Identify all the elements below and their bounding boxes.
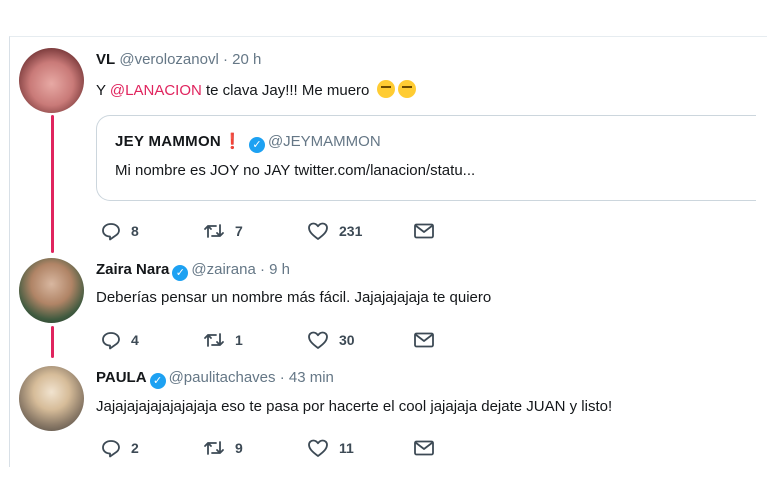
direct-message-icon (414, 440, 434, 456)
retweet-button[interactable]: 9 (203, 437, 243, 459)
direct-message-button[interactable] (413, 437, 435, 459)
direct-message-icon (414, 332, 434, 348)
retweet-count: 7 (235, 223, 243, 239)
avatar[interactable] (19, 366, 84, 431)
author-name[interactable]: PAULA (96, 369, 147, 386)
like-count: 11 (339, 440, 354, 456)
avatar[interactable] (19, 258, 84, 323)
timestamp[interactable]: · 43 min (280, 369, 334, 386)
quoted-author-name: JEY MAMMON (115, 133, 222, 150)
retweet-icon (204, 224, 224, 238)
retweet-icon (204, 441, 224, 455)
reply-icon (102, 223, 120, 241)
direct-message-button[interactable] (413, 329, 435, 351)
like-button[interactable]: 11 (307, 437, 354, 459)
tweet-header: VL @verolozanovl · 20 h (96, 51, 261, 68)
thread-connector (51, 115, 54, 253)
tweet-text: Jajajajajajajajajaja eso te pasa por hac… (96, 398, 613, 415)
like-count: 231 (339, 223, 363, 239)
retweet-button[interactable]: 1 (203, 329, 243, 351)
reply-button[interactable]: 2 (101, 437, 139, 459)
tweet-text: Deberías pensar un nombre más fácil. Jaj… (96, 289, 492, 306)
like-count: 30 (339, 332, 355, 348)
retweet-count: 1 (235, 332, 243, 348)
emoji-icon (376, 80, 395, 98)
reply-icon (102, 440, 120, 458)
verified-badge-icon: ✓ (149, 373, 166, 389)
timestamp[interactable]: · 9 h (260, 261, 290, 278)
quoted-tweet-text: Mi nombre es JOY no JAY twitter.com/lana… (115, 162, 476, 179)
quoted-tweet-header: JEY MAMMON ❗ ✓ @JEYMAMMON (115, 132, 381, 153)
retweet-button[interactable]: 7 (203, 220, 243, 242)
timestamp[interactable]: · 20 h (223, 51, 261, 68)
reply-button[interactable]: 8 (101, 220, 139, 242)
tweet-text: Y @LANACION te clava Jay!!! Me muero (96, 80, 416, 99)
like-icon (308, 331, 328, 349)
quoted-tweet[interactable]: JEY MAMMON ❗ ✓ @JEYMAMMON Mi nombre es JOY… (96, 115, 756, 201)
quoted-author-handle: @JEYMAMMON (267, 133, 381, 150)
mention-link[interactable]: @LANACION (110, 82, 202, 99)
author-handle[interactable]: @verolozanovl (119, 51, 218, 68)
retweet-count: 9 (235, 440, 243, 456)
reply-button[interactable]: 4 (101, 329, 139, 351)
avatar[interactable] (19, 48, 84, 113)
direct-message-icon (414, 223, 434, 239)
author-name[interactable]: Zaira Nara (96, 261, 169, 278)
exclamation-icon: ❗ (223, 133, 242, 150)
emoji-icon (397, 80, 416, 98)
verified-badge-icon: ✓ (248, 137, 265, 153)
verified-badge-icon: ✓ (172, 265, 189, 281)
reply-icon (102, 332, 120, 350)
reply-count: 8 (131, 223, 139, 239)
like-button[interactable]: 231 (307, 220, 362, 242)
like-button[interactable]: 30 (307, 329, 355, 351)
like-icon (308, 439, 328, 457)
author-name[interactable]: VL (96, 51, 115, 68)
author-handle[interactable]: @paulitachaves (169, 369, 276, 386)
reply-count: 4 (131, 332, 139, 348)
author-handle[interactable]: @zairana (191, 261, 255, 278)
retweet-icon (204, 333, 224, 347)
direct-message-button[interactable] (413, 220, 435, 242)
tweet-header: PAULA ✓ @paulitachaves · 43 min (96, 369, 334, 389)
thread-connector (51, 326, 54, 358)
like-icon (308, 222, 328, 240)
tweet-header: Zaira Nara ✓ @zairana · 9 h (96, 261, 290, 281)
reply-count: 2 (131, 440, 139, 456)
